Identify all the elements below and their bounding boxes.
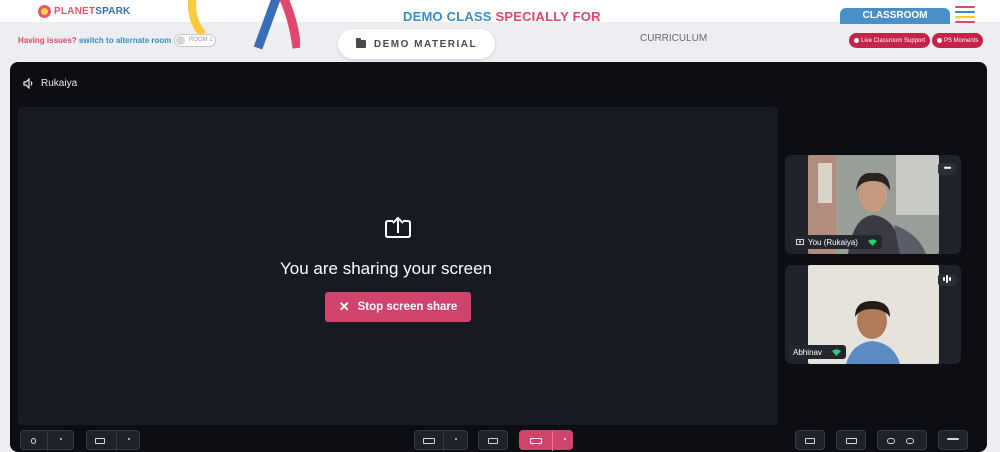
control-divider: [552, 431, 553, 451]
room-toggle-label: ROOM 1: [189, 37, 213, 43]
layout-options-icon[interactable]: [455, 438, 457, 440]
live-classroom-support-button[interactable]: Live Classroom Support: [849, 33, 931, 48]
demo-material-label: DEMO MATERIAL: [373, 38, 478, 50]
moments-icon: [937, 38, 942, 43]
microphone-options-icon[interactable]: [60, 438, 62, 440]
more-options-control[interactable]: [938, 430, 968, 450]
participant-label-self: You (Rukaiya): [791, 235, 882, 249]
stop-screen-share-button[interactable]: ✕ Stop screen share: [325, 292, 471, 322]
layout-icon: [423, 438, 435, 444]
tab-classroom[interactable]: CLASSROOM: [840, 8, 950, 24]
participant-label-abhinav: Abhinav: [788, 345, 846, 359]
screen-share-control[interactable]: [519, 430, 573, 451]
menu-line: [955, 16, 975, 18]
ps-moments-label: PS Moments: [944, 37, 979, 44]
whiteboard-icon: [488, 438, 498, 444]
audio-bars-icon: [943, 275, 951, 283]
top-bar: PLANETSPARK DEMO CLASS SPECIALLY FOR CLA…: [0, 0, 1000, 62]
participant-name-abhinav: Abhinav: [793, 347, 822, 357]
demo-material-button[interactable]: DEMO MATERIAL: [338, 29, 495, 59]
control-divider: [443, 431, 444, 451]
tab-curriculum[interactable]: CURRICULUM: [640, 33, 707, 44]
menu-icon[interactable]: [955, 6, 975, 26]
demo-class-title: DEMO CLASS SPECIALLY FOR: [403, 9, 601, 24]
share-screen-icon: [530, 438, 542, 444]
logo-mark-icon: [38, 5, 51, 18]
control-divider: [47, 431, 48, 451]
menu-line: [955, 21, 975, 23]
hamburger-icon: [947, 438, 959, 440]
live-support-label: Live Classroom Support: [861, 37, 926, 44]
participants-icon: [906, 438, 914, 444]
microphone-control[interactable]: [20, 430, 74, 451]
chat-control[interactable]: [795, 430, 825, 450]
issues-label: Having issues?: [18, 36, 77, 45]
captions-icon: [846, 438, 857, 444]
alternate-room-link[interactable]: switch to alternate room: [79, 36, 171, 45]
participant-name-self: You (Rukaiya): [808, 237, 858, 247]
camera-control[interactable]: [86, 430, 140, 451]
camera-options-icon[interactable]: [128, 438, 130, 440]
stop-share-label: Stop screen share: [357, 301, 458, 313]
active-speaker-name: Rukaiya: [41, 78, 78, 89]
menu-line: [955, 11, 975, 13]
chat-icon: [805, 438, 815, 444]
close-icon: ✕: [338, 299, 350, 314]
microphone-icon: [31, 438, 36, 444]
captions-control[interactable]: [836, 430, 866, 450]
participants-control[interactable]: [877, 430, 927, 450]
active-speaker: Rukaiya: [23, 78, 77, 89]
decorative-arc-pink: [253, 0, 300, 50]
participants-icon: [887, 438, 895, 444]
wifi-icon: [867, 238, 877, 246]
folder-icon: [355, 38, 366, 48]
camera-icon: [95, 438, 105, 444]
having-issues-text: Having issues? switch to alternate room: [18, 36, 171, 45]
audio-level-icon: [938, 274, 956, 286]
planetspark-logo[interactable]: PLANETSPARK: [38, 5, 130, 18]
participant-options-icon[interactable]: •••: [938, 163, 956, 175]
support-icon: [854, 38, 859, 43]
toggle-knob: [176, 36, 185, 45]
sharing-screen-message: You are sharing your screen: [280, 259, 493, 278]
room-toggle[interactable]: ROOM 1: [174, 34, 216, 47]
screen-share-icon: [385, 216, 411, 238]
logo-text: PLANETSPARK: [54, 6, 131, 17]
speaker-icon: [23, 78, 33, 89]
whiteboard-control[interactable]: [478, 430, 508, 450]
wifi-icon: [831, 348, 841, 356]
share-options-icon[interactable]: [564, 438, 566, 440]
ps-moments-button[interactable]: PS Moments: [932, 33, 984, 48]
layout-control[interactable]: [414, 430, 468, 451]
menu-line: [955, 6, 975, 8]
screen-share-small-icon: [796, 238, 804, 245]
control-divider: [116, 431, 117, 451]
